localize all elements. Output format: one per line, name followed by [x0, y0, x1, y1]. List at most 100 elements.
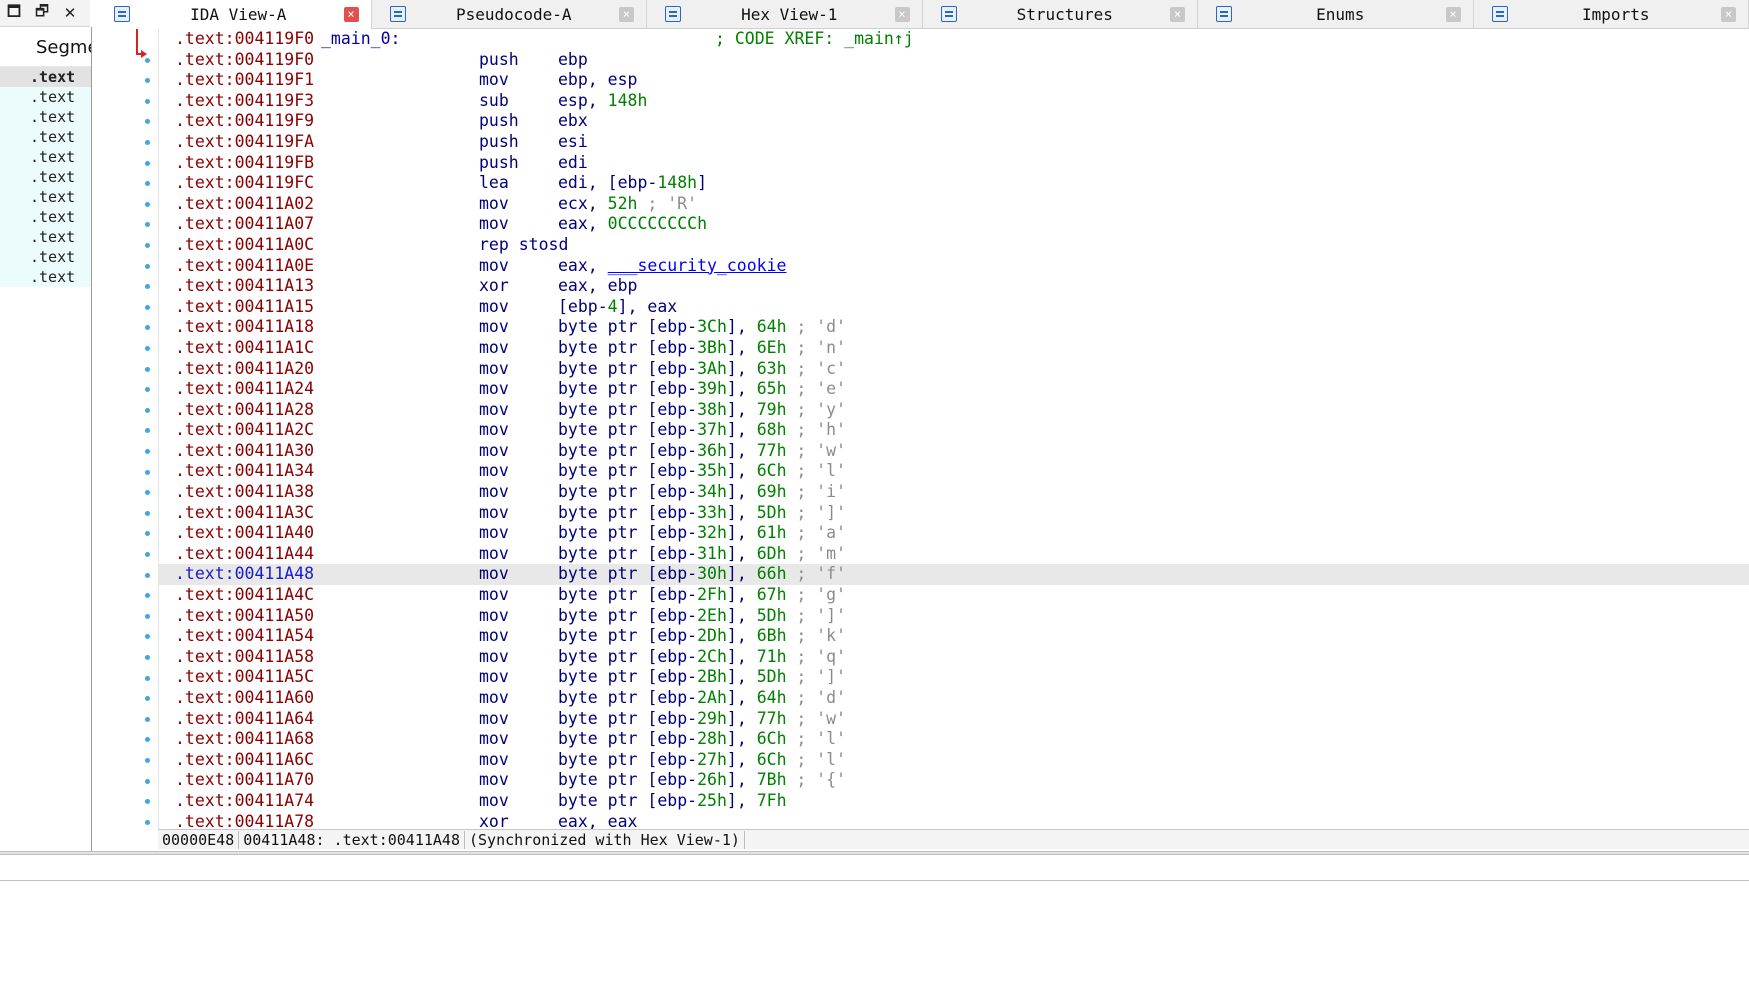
code-xref-comment[interactable]: ; CODE XREF: _main↑j — [715, 29, 914, 50]
instruction-address[interactable]: .text:00411A58 — [175, 647, 314, 668]
breakpoint-dot-icon[interactable] — [145, 531, 150, 537]
breakpoint-dot-icon[interactable] — [145, 613, 150, 619]
instruction-mnemonic[interactable]: mov — [479, 626, 509, 647]
segment-row[interactable]: .text — [0, 227, 91, 247]
instruction-address[interactable]: .text:00411A74 — [175, 791, 314, 812]
breakpoint-dot-icon[interactable] — [145, 284, 150, 290]
listing-row[interactable]: .text:00411A13 xor eax, ebp — [159, 276, 1749, 297]
listing-row[interactable]: .text:00411A4C mov byte ptr [ebp-2Fh], 67h… — [159, 585, 1749, 606]
instruction-address[interactable]: .text:00411A70 — [175, 770, 314, 791]
instruction-operands[interactable]: byte ptr [ebp-28h], 6Ch — [558, 729, 787, 750]
breakpoint-dot-icon[interactable] — [145, 243, 150, 248]
instruction-address[interactable]: .text:00411A24 — [175, 379, 314, 400]
breakpoint-dot-icon[interactable] — [145, 758, 150, 763]
listing-row[interactable]: .text:00411A44 mov byte ptr [ebp-31h], 6Dh… — [159, 544, 1749, 565]
listing-row[interactable]: .text:004119F3 sub esp, 148h — [159, 91, 1749, 112]
instruction-mnemonic[interactable]: mov — [479, 359, 509, 380]
breakpoint-dot-icon[interactable] — [145, 799, 150, 805]
tab-close-icon[interactable]: × — [343, 7, 359, 22]
instruction-mnemonic[interactable]: mov — [479, 709, 509, 730]
listing-row[interactable]: .text:00411A60 mov byte ptr [ebp-2Ah], 64h… — [159, 688, 1749, 709]
output-window[interactable] — [0, 854, 1749, 989]
breakpoint-dot-icon[interactable] — [145, 428, 150, 434]
instruction-mnemonic[interactable]: mov — [479, 647, 509, 668]
breakpoint-dot-icon[interactable] — [145, 572, 150, 578]
instruction-mnemonic[interactable]: sub — [479, 91, 509, 112]
listing-row[interactable]: .text:00411A07 mov eax, 0CCCCCCCCh — [159, 214, 1749, 235]
listing-row[interactable]: .text:00411A48 mov byte ptr [ebp-30h], 66h… — [159, 564, 1749, 586]
instruction-address[interactable]: .text:00411A54 — [175, 626, 314, 647]
breakpoint-dot-icon[interactable] — [145, 119, 150, 125]
instruction-operands[interactable]: byte ptr [ebp-2Eh], 5Dh — [558, 606, 787, 627]
breakpoint-dot-icon[interactable] — [145, 407, 150, 413]
instruction-operands[interactable]: byte ptr [ebp-34h], 69h — [558, 482, 787, 503]
listing-row[interactable]: .text:00411A28 mov byte ptr [ebp-38h], 79h… — [159, 400, 1749, 421]
instruction-mnemonic[interactable]: mov — [479, 256, 509, 277]
instruction-operands[interactable]: esi — [558, 132, 588, 153]
instruction-mnemonic[interactable]: mov — [479, 379, 509, 400]
instruction-address[interactable]: .text:004119FA — [175, 132, 314, 153]
listing-row[interactable]: .text:00411A15 mov [ebp-4], eax — [159, 297, 1749, 318]
instruction-address[interactable]: .text:004119FB — [175, 153, 314, 174]
segment-row[interactable]: .text — [0, 147, 91, 167]
instruction-address[interactable]: .text:00411A2C — [175, 420, 314, 441]
breakpoint-dot-icon[interactable] — [145, 675, 150, 681]
instruction-operands[interactable]: eax, ebp — [558, 276, 637, 297]
tab-close-icon[interactable]: × — [1445, 7, 1461, 22]
instruction-mnemonic[interactable]: mov — [479, 523, 509, 544]
tab-ida-view-a[interactable]: IDA View-A × — [96, 0, 372, 29]
instruction-mnemonic[interactable]: mov — [479, 461, 509, 482]
listing-row[interactable]: .text:00411A70 mov byte ptr [ebp-26h], 7Bh… — [159, 770, 1749, 791]
listing-row[interactable]: .text:00411A34 mov byte ptr [ebp-35h], 6Ch… — [159, 461, 1749, 482]
segment-row[interactable]: .text — [0, 187, 91, 207]
instruction-mnemonic[interactable]: mov — [479, 544, 509, 565]
listing-row[interactable]: .text:00411A38 mov byte ptr [ebp-34h], 69h… — [159, 482, 1749, 503]
tab-hex-view-1[interactable]: Hex View-1 × — [647, 0, 923, 29]
tab-enums[interactable]: Enums × — [1198, 0, 1474, 29]
instruction-address[interactable]: .text:00411A38 — [175, 482, 314, 503]
operand-symbol[interactable]: ___security_cookie — [608, 256, 787, 275]
segment-row[interactable]: .text — [0, 107, 91, 127]
instruction-address[interactable]: .text:00411A60 — [175, 688, 314, 709]
breakpoint-dot-icon[interactable] — [145, 304, 150, 310]
instruction-operands[interactable]: byte ptr [ebp-36h], 77h — [558, 441, 787, 462]
instruction-mnemonic[interactable]: push — [479, 132, 519, 153]
instruction-mnemonic[interactable]: mov — [479, 585, 509, 606]
segment-row[interactable]: .text — [0, 207, 91, 227]
segment-row[interactable]: .text — [0, 247, 91, 267]
breakpoint-dot-icon[interactable] — [145, 222, 150, 228]
segment-row[interactable]: .text — [0, 127, 91, 147]
listing-row[interactable]: .text:004119FB push edi — [159, 153, 1749, 174]
instruction-operands[interactable]: byte ptr [ebp-2Ah], 64h — [558, 688, 787, 709]
instruction-address[interactable]: .text:00411A48 — [175, 564, 314, 585]
tab-imports[interactable]: Imports × — [1474, 0, 1749, 29]
instruction-operands[interactable]: byte ptr [ebp-26h], 7Bh — [558, 770, 787, 791]
instruction-mnemonic[interactable]: mov — [479, 667, 509, 688]
listing-row[interactable]: .text:00411A1C mov byte ptr [ebp-3Bh], 6Eh… — [159, 338, 1749, 359]
instruction-address[interactable]: .text:00411A4C — [175, 585, 314, 606]
instruction-address[interactable]: .text:00411A50 — [175, 606, 314, 627]
listing-row[interactable]: .text:00411A0C rep stosd — [159, 235, 1749, 256]
instruction-operands[interactable]: byte ptr [ebp-39h], 65h — [558, 379, 787, 400]
instruction-operands[interactable]: byte ptr [ebp-2Dh], 6Bh — [558, 626, 787, 647]
instruction-address[interactable]: .text:00411A64 — [175, 709, 314, 730]
tab-close-icon[interactable]: × — [1170, 7, 1185, 22]
segment-row[interactable]: .text — [0, 67, 91, 87]
restore-window-button[interactable]: 🗖 — [0, 0, 28, 27]
listing-row[interactable]: .text:00411A2C mov byte ptr [ebp-37h], 68h… — [159, 420, 1749, 441]
instruction-mnemonic[interactable]: push — [479, 111, 519, 132]
listing-row[interactable]: .text:00411A0E mov eax, ___security_cookie — [159, 256, 1749, 277]
instruction-mnemonic[interactable]: mov — [479, 441, 509, 462]
instruction-operands[interactable]: [ebp-4], eax — [558, 297, 677, 318]
segments-column-header[interactable]: Segme — [0, 27, 91, 67]
code-label[interactable]: _main_0: — [321, 29, 400, 50]
breakpoint-dot-icon[interactable] — [145, 346, 150, 351]
breakpoint-dot-icon[interactable] — [145, 737, 150, 743]
instruction-address[interactable]: .text:00411A20 — [175, 359, 314, 380]
breakpoint-dot-icon[interactable] — [145, 181, 150, 187]
instruction-address[interactable]: .text:004119F0 — [175, 50, 314, 71]
instruction-operands[interactable]: eax, 0CCCCCCCCh — [558, 214, 707, 235]
instruction-mnemonic[interactable]: push — [479, 50, 519, 71]
instruction-operands[interactable]: byte ptr [ebp-30h], 66h — [558, 564, 787, 585]
instruction-mnemonic[interactable]: mov — [479, 503, 509, 524]
